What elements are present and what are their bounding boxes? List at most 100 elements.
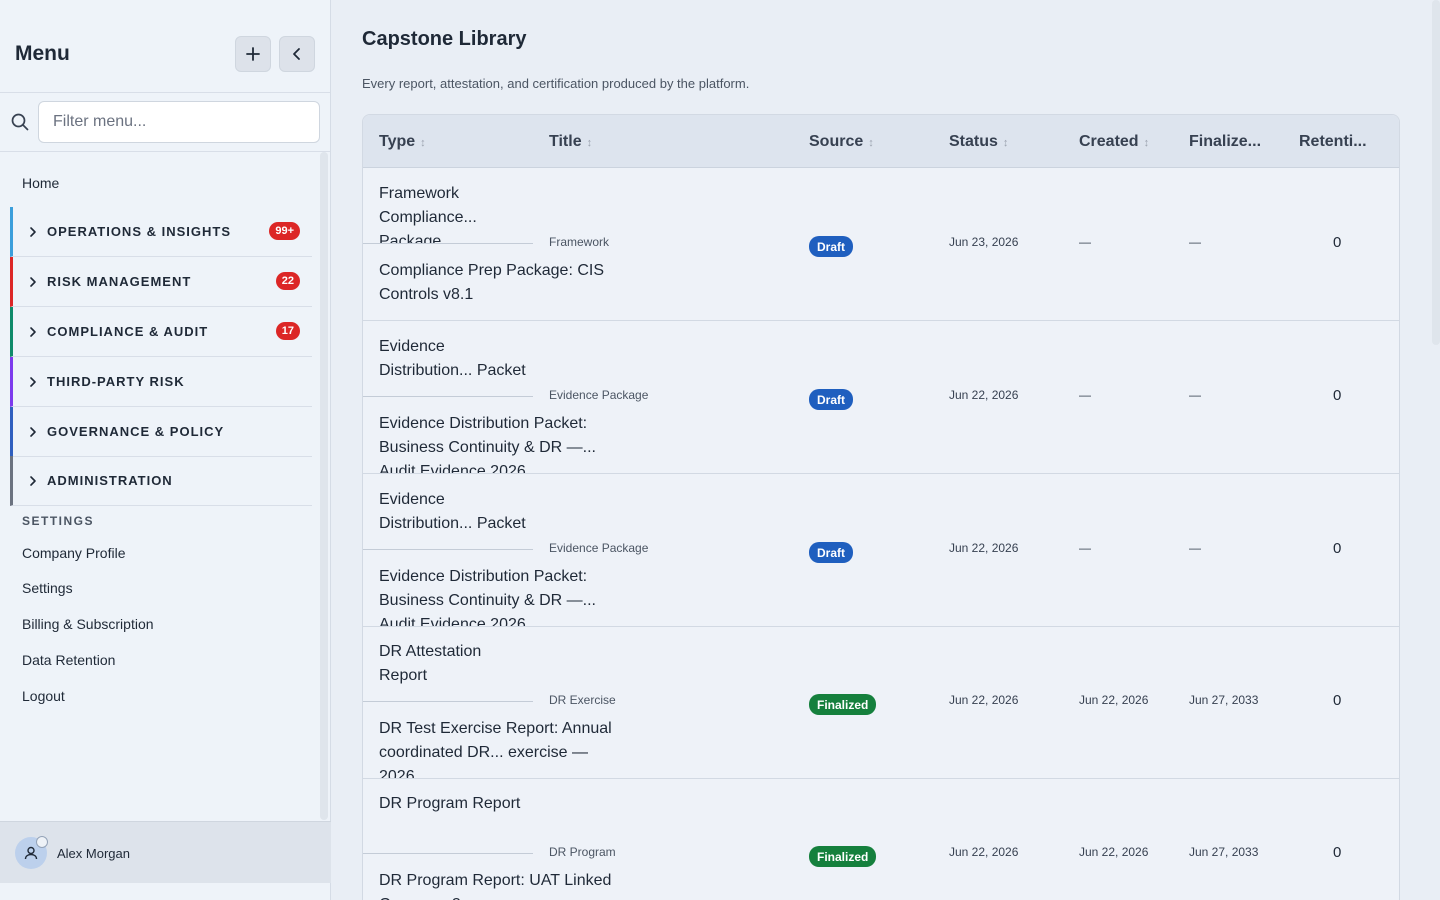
sidebar-group-label: THIRD-PARTY RISK — [47, 374, 185, 389]
source-cell: Framework — [549, 235, 610, 249]
chevron-right-icon — [30, 475, 36, 486]
sort-icon: ↕ — [1143, 137, 1150, 149]
search-icon — [11, 113, 29, 131]
created-cell: Jun 22, 2026 — [949, 541, 1019, 555]
sidebar-group-label: COMPLIANCE & AUDIT — [47, 324, 209, 339]
created-cell: Jun 22, 2026 — [949, 845, 1019, 859]
count-cell: 0 — [1333, 844, 1342, 861]
status-badge: Draft — [809, 236, 854, 257]
finalized-cell: Jun 22, 2026 — [1079, 845, 1149, 859]
sidebar-group-label: GOVERNANCE & POLICY — [47, 424, 225, 439]
table-row[interactable]: Evidence Distribution... Packet Evidence … — [363, 321, 1399, 474]
collapse-sidebar-button[interactable] — [279, 36, 315, 72]
type-cell: Evidence Distribution... Packet — [379, 338, 526, 379]
column-header-title[interactable]: Title ↕ — [549, 133, 592, 151]
created-cell: Jun 23, 2026 — [949, 235, 1019, 249]
sidebar-item-settings[interactable]: Settings — [22, 580, 73, 596]
table-row[interactable]: DR Program Report DR Program Report: UAT … — [363, 778, 1399, 900]
sidebar-group-risk-management[interactable]: RISK MANAGEMENT 22 — [10, 257, 312, 307]
sidebar: Menu Home OPERATIONS & INSIGHTS 99+ RISK M… — [0, 0, 331, 900]
sidebar-group-label: OPERATIONS & INSIGHTS — [47, 224, 231, 239]
status-badge: Finalized — [809, 694, 877, 715]
title-cell[interactable]: Compliance Prep Package: CIS Controls v8… — [379, 259, 624, 320]
chevron-right-icon — [30, 426, 36, 437]
add-button[interactable] — [235, 36, 271, 72]
finalized-cell: — — [1079, 235, 1091, 249]
column-header-retention[interactable]: Retenti... — [1299, 133, 1367, 151]
settings-section-title: SETTINGS — [22, 514, 95, 528]
column-header-status[interactable]: Status ↕ — [949, 133, 1008, 151]
sidebar-group-administration[interactable]: ADMINISTRATION — [10, 456, 312, 506]
cell-divider — [363, 853, 533, 854]
sidebar-group-operations-insights[interactable]: OPERATIONS & INSIGHTS 99+ — [10, 207, 312, 257]
count-badge: 22 — [275, 272, 300, 290]
count-cell: 0 — [1333, 540, 1342, 557]
count-cell: 0 — [1333, 234, 1342, 251]
library-table: Type ↕ Title ↕ Source ↕ Status ↕ Created ↕ Fi… — [362, 114, 1400, 900]
sidebar-group-label: ADMINISTRATION — [47, 473, 173, 488]
table-row[interactable]: Framework Compliance... Package Complianc… — [363, 168, 1399, 321]
finalized-cell: — — [1079, 388, 1091, 402]
sidebar-item-billing[interactable]: Billing & Subscription — [22, 616, 154, 632]
created-cell: Jun 22, 2026 — [949, 693, 1019, 707]
source-cell: DR Exercise — [549, 693, 616, 707]
type-cell: DR Program Report — [379, 795, 521, 812]
retention-cell: — — [1189, 235, 1201, 249]
title-cell[interactable]: Evidence Distribution Packet: Business C… — [379, 565, 624, 626]
retention-cell: Jun 27, 2033 — [1189, 693, 1259, 707]
page-title: Capstone Library — [362, 28, 527, 50]
status-badge: Finalized — [809, 846, 877, 867]
sort-icon: ↕ — [586, 137, 593, 149]
chevron-right-icon — [30, 226, 36, 237]
column-header-finalized[interactable]: Finalize... — [1189, 133, 1261, 151]
title-cell[interactable]: DR Test Exercise Report: Annual coordina… — [379, 717, 624, 778]
retention-cell: — — [1189, 541, 1201, 555]
source-cell: Evidence Package — [549, 388, 649, 402]
sidebar-item-data-retention[interactable]: Data Retention — [22, 652, 115, 668]
cell-divider — [363, 549, 533, 550]
chevron-right-icon — [30, 376, 36, 387]
page-subtitle: Every report, attestation, and certifica… — [362, 76, 750, 91]
user-footer[interactable]: Alex Morgan — [0, 821, 331, 883]
chevron-right-icon — [30, 276, 36, 287]
table-header: Type ↕ Title ↕ Source ↕ Status ↕ Created ↕ Fi… — [363, 115, 1399, 168]
sort-icon: ↕ — [1002, 137, 1009, 149]
title-cell[interactable]: DR Program Report: UAT Linked Company 2 — [379, 869, 624, 900]
column-header-source[interactable]: Source ↕ — [809, 133, 874, 151]
created-cell: Jun 22, 2026 — [949, 388, 1019, 402]
cell-divider — [363, 396, 533, 397]
page-scrollbar[interactable] — [1432, 0, 1440, 345]
retention-cell: — — [1189, 388, 1201, 402]
menu-filter-input[interactable] — [38, 101, 320, 143]
source-cell: Evidence Package — [549, 541, 649, 555]
sidebar-group-third-party-risk[interactable]: THIRD-PARTY RISK — [10, 357, 312, 407]
sidebar-item-company-profile[interactable]: Company Profile — [22, 545, 126, 561]
table-row[interactable]: Evidence Distribution... Packet Evidence … — [363, 474, 1399, 627]
count-cell: 0 — [1333, 387, 1342, 404]
count-cell: 0 — [1333, 692, 1342, 709]
column-header-type[interactable]: Type ↕ — [379, 133, 426, 151]
sidebar-header: Menu — [0, 0, 330, 93]
cell-divider — [363, 243, 533, 244]
sidebar-group-governance-policy[interactable]: GOVERNANCE & POLICY — [10, 407, 312, 457]
sidebar-title: Menu — [15, 42, 70, 65]
column-header-created[interactable]: Created ↕ — [1079, 133, 1149, 151]
sidebar-item-logout[interactable]: Logout — [22, 688, 65, 704]
gear-icon — [36, 836, 48, 848]
cell-divider — [363, 701, 533, 702]
finalized-cell: — — [1079, 541, 1091, 555]
retention-cell: Jun 27, 2033 — [1189, 845, 1259, 859]
count-badge: 17 — [275, 322, 300, 340]
count-badge: 99+ — [269, 222, 300, 240]
sidebar-scrollbar[interactable] — [320, 152, 328, 820]
sidebar-item-home[interactable]: Home — [22, 175, 59, 191]
sort-icon: ↕ — [420, 137, 426, 149]
table-row[interactable]: DR Attestation Report DR Test Exercise Re… — [363, 626, 1399, 779]
chevron-left-icon — [293, 48, 300, 60]
sidebar-group-compliance-audit[interactable]: COMPLIANCE & AUDIT 17 — [10, 307, 312, 357]
type-cell: DR Attestation Report — [379, 643, 482, 684]
finalized-cell: Jun 22, 2026 — [1079, 693, 1149, 707]
title-cell[interactable]: Evidence Distribution Packet: Business C… — [379, 412, 624, 473]
status-badge: Draft — [809, 389, 854, 410]
user-icon — [24, 846, 38, 860]
